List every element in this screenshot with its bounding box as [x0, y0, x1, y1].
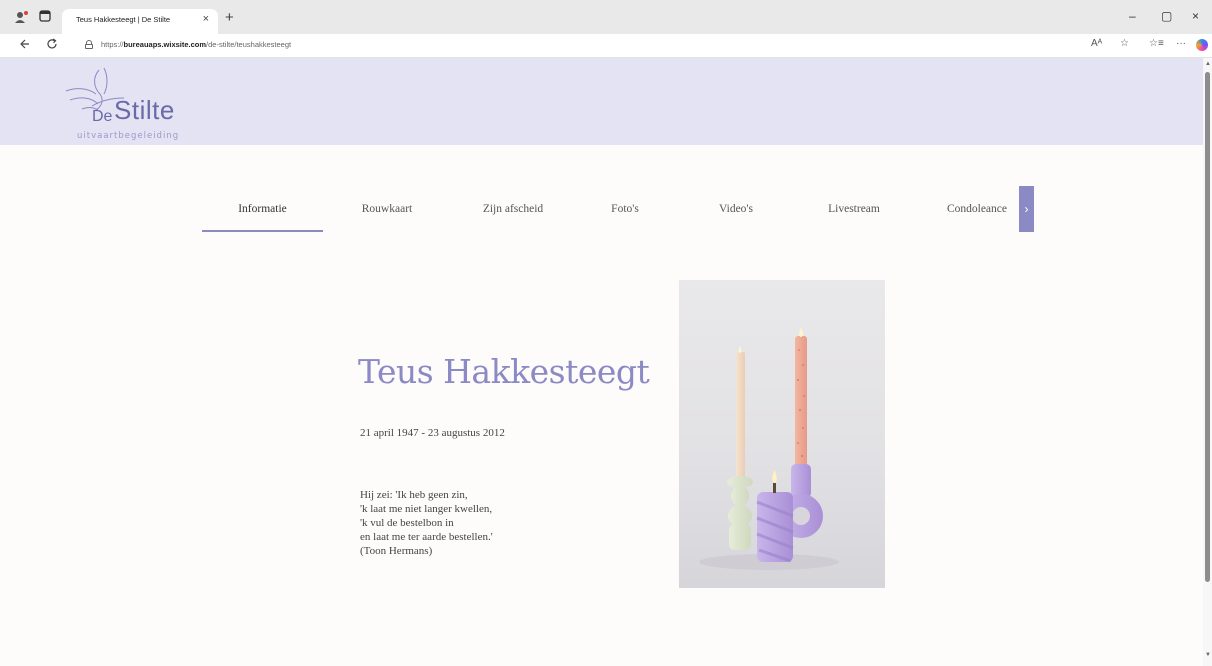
deceased-name: Teus Hakkesteegt: [358, 352, 650, 391]
read-aloud-icon[interactable]: Aᴬ: [1091, 38, 1102, 49]
profile-icon[interactable]: [14, 10, 28, 24]
new-tab-button[interactable]: +: [225, 9, 234, 26]
address-bar[interactable]: https://bureauaps.wixsite.com/de-stilte/…: [74, 37, 1130, 55]
url-text[interactable]: https://bureauaps.wixsite.com/de-stilte/…: [101, 40, 291, 49]
close-window-button[interactable]: ×: [1192, 9, 1199, 23]
back-icon[interactable]: [20, 38, 30, 53]
menu-item-videos[interactable]: Video's: [675, 186, 797, 232]
reload-icon[interactable]: [47, 38, 58, 53]
life-dates: 21 april 1947 - 23 augustus 2012: [360, 427, 505, 439]
active-tab-underline: [202, 230, 323, 232]
poem-line: 'k laat me niet langer kwellen,: [360, 503, 493, 515]
site-header: De Stilte uitvaartbegeleiding: [0, 58, 1203, 145]
minimize-button[interactable]: –: [1129, 9, 1136, 23]
menu-item-informatie[interactable]: Informatie: [202, 186, 323, 232]
page-viewport: De Stilte uitvaartbegeleiding Informatie…: [0, 58, 1203, 666]
logo-subtitle: uitvaartbegeleiding: [77, 131, 180, 141]
menu-item-fotos[interactable]: Foto's: [575, 186, 675, 232]
logo-stilte: Stilte: [114, 95, 175, 125]
scrollbar-thumb[interactable]: [1205, 72, 1210, 582]
maximize-button[interactable]: ▢: [1161, 9, 1172, 23]
menu-item-zijn-afscheid[interactable]: Zijn afscheid: [451, 186, 575, 232]
logo-de: De: [92, 108, 113, 125]
browser-tab[interactable]: Teus Hakkesteegt | De Stilte ×: [62, 9, 218, 34]
menu-item-rouwkaart[interactable]: Rouwkaart: [323, 186, 451, 232]
site-logo[interactable]: De Stilte uitvaartbegeleiding: [62, 64, 202, 144]
tab-actions-icon[interactable]: [38, 10, 52, 24]
candles-illustration-icon: [699, 328, 839, 570]
menu-item-condoleance[interactable]: Condoleance: [911, 186, 1033, 232]
memorial-menu: Informatie Rouwkaart Zijn afscheid Foto'…: [202, 186, 1034, 232]
favorites-icon[interactable]: ☆≡: [1149, 38, 1164, 49]
poem-line: 'k vul de bestelbon in: [360, 517, 454, 529]
poem-line: (Toon Hermans): [360, 545, 433, 557]
scroll-up-icon[interactable]: ▲: [1205, 61, 1211, 67]
poem: Hij zei: 'Ik heb geen zin, 'k laat me ni…: [360, 488, 493, 558]
poem-line: en laat me ter aarde bestellen.': [360, 531, 493, 543]
candles-photo: [679, 280, 885, 588]
menu-item-livestream[interactable]: Livestream: [797, 186, 911, 232]
copilot-icon[interactable]: [1196, 39, 1208, 51]
browser-tab-bar: Teus Hakkesteegt | De Stilte × + – ▢ ×: [0, 0, 1212, 34]
tab-title: Teus Hakkesteegt | De Stilte: [76, 15, 171, 24]
scroll-down-icon[interactable]: ▼: [1205, 652, 1211, 658]
poem-line: Hij zei: 'Ik heb geen zin,: [360, 489, 468, 501]
lock-icon[interactable]: [85, 40, 93, 49]
more-icon[interactable]: ···: [1176, 38, 1186, 49]
browser-toolbar: https://bureauaps.wixsite.com/de-stilte/…: [0, 34, 1212, 58]
favorite-star-icon[interactable]: ☆: [1120, 38, 1129, 49]
menu-scroll-right-icon[interactable]: ›: [1019, 186, 1034, 232]
tab-close-icon[interactable]: ×: [203, 13, 209, 25]
